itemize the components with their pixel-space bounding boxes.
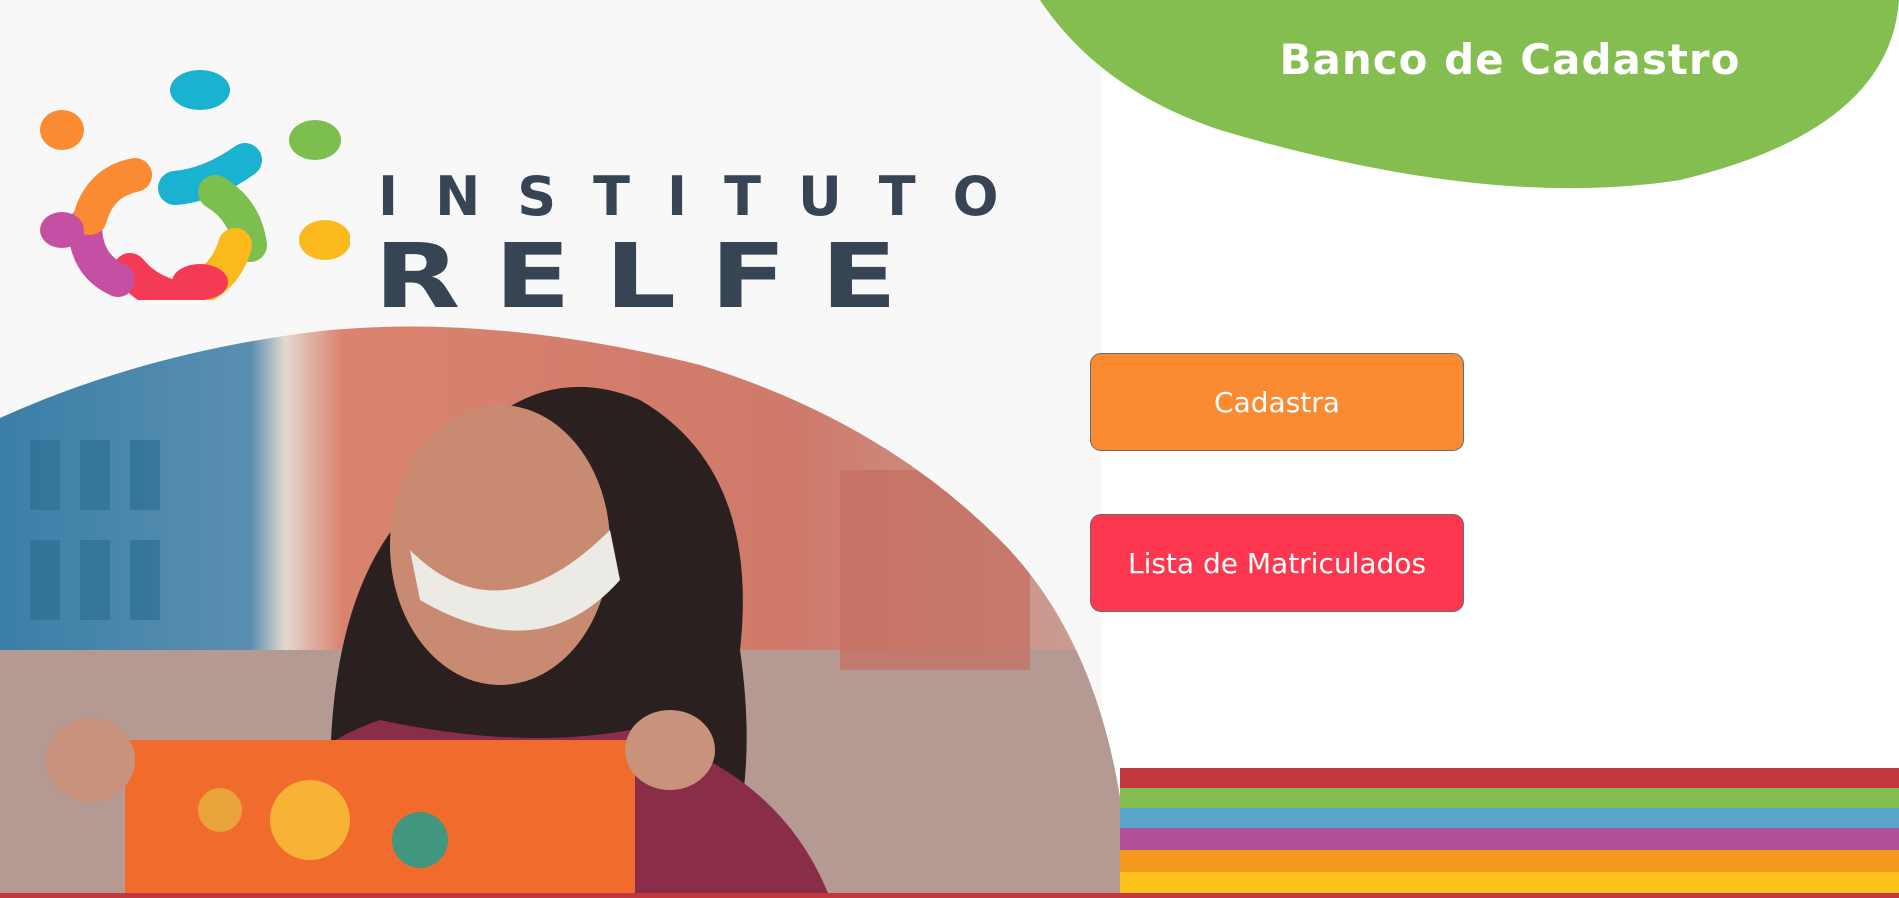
stripe-blue: [1120, 808, 1899, 828]
stripe-purple: [1120, 828, 1899, 850]
logo-relfe-text: RELFE: [374, 224, 932, 329]
logo-instituto-text: INSTITUTO: [378, 165, 1036, 228]
stripe-red: [1120, 768, 1899, 788]
page-title: Banco de Cadastro: [1279, 35, 1741, 84]
decorative-stripes: [1120, 768, 1899, 898]
logo-people-icon: [40, 70, 350, 300]
enrolled-list-button[interactable]: Lista de Matriculados: [1090, 514, 1464, 612]
stripe-orange: [1120, 850, 1899, 872]
stripe-green: [1120, 788, 1899, 808]
register-button[interactable]: Cadastra: [1090, 353, 1464, 451]
child-photo: [0, 326, 1130, 898]
instituto-relfe-logo: INSTITUTO RELFE: [40, 70, 1102, 321]
bottom-border: [0, 893, 1899, 898]
left-panel: INSTITUTO RELFE: [0, 0, 1130, 898]
